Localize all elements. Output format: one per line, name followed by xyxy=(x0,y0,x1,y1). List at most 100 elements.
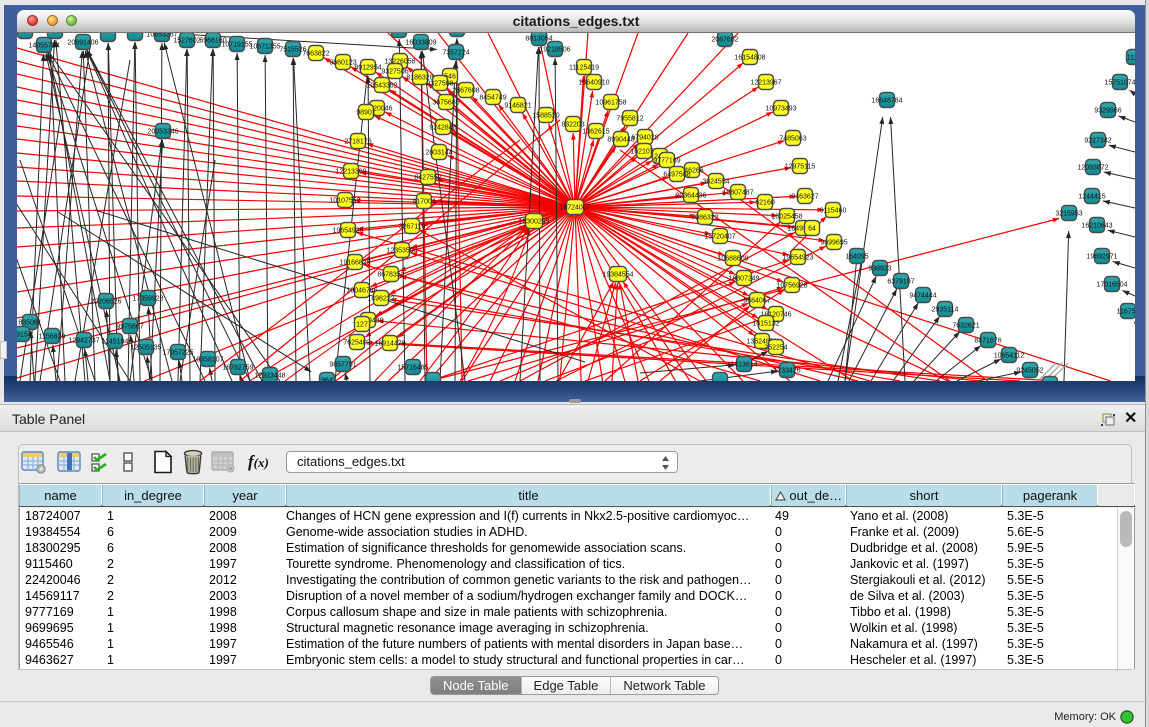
svg-text:3267110: 3267110 xyxy=(399,223,426,230)
svg-text:18807249: 18807249 xyxy=(728,275,759,282)
svg-text:17957225: 17957225 xyxy=(162,349,193,356)
svg-text:16648784: 16648784 xyxy=(871,97,902,104)
svg-text:9227342: 9227342 xyxy=(1084,137,1111,144)
svg-text:3624554: 3624554 xyxy=(702,178,729,185)
svg-text:17359928: 17359928 xyxy=(132,295,163,302)
svg-text:1498222: 1498222 xyxy=(367,295,394,302)
svg-text:9699695: 9699695 xyxy=(820,239,847,246)
svg-text:19654923: 19654923 xyxy=(782,254,813,261)
svg-text:2803144: 2803144 xyxy=(425,149,452,156)
svg-text:1733426: 1733426 xyxy=(773,367,800,374)
svg-text:7986322: 7986322 xyxy=(691,214,718,221)
svg-text:12093872: 12093872 xyxy=(1077,164,1108,171)
svg-text:1362615: 1362615 xyxy=(582,128,609,135)
svg-text:8813054: 8813054 xyxy=(525,35,552,42)
svg-text:252254: 252254 xyxy=(764,344,787,351)
svg-text:127: 127 xyxy=(356,321,368,328)
svg-text:1244415: 1244415 xyxy=(1078,193,1105,200)
svg-text:9777169: 9777169 xyxy=(653,157,680,164)
svg-text:9327508: 9327508 xyxy=(426,80,453,87)
svg-text:9242848: 9242848 xyxy=(429,124,456,131)
svg-text:15720407: 15720407 xyxy=(704,233,735,240)
svg-text:12505135: 12505135 xyxy=(130,344,161,351)
svg-text:12975115: 12975115 xyxy=(785,163,816,170)
svg-text:15751074: 15751074 xyxy=(1104,79,1135,86)
svg-text:10654112: 10654112 xyxy=(994,352,1025,359)
svg-text:1156829: 1156829 xyxy=(39,333,66,340)
svg-text:20053346: 20053346 xyxy=(147,128,178,135)
svg-text:98901: 98901 xyxy=(356,109,376,116)
svg-text:2718176: 2718176 xyxy=(344,138,371,145)
svg-text:10671355: 10671355 xyxy=(249,43,280,50)
svg-text:1112: 1112 xyxy=(1127,54,1135,61)
svg-text:8678352: 8678352 xyxy=(377,271,404,278)
svg-text:6794028: 6794028 xyxy=(631,134,658,141)
svg-text:8660123: 8660123 xyxy=(329,59,356,66)
svg-text:1413614: 1413614 xyxy=(730,361,757,368)
svg-text:10961758: 10961758 xyxy=(595,99,626,106)
svg-text:9327506: 9327506 xyxy=(381,68,408,75)
svg-text:9146821: 9146821 xyxy=(504,102,531,109)
svg-text:16033809: 16033809 xyxy=(405,39,436,46)
svg-text:10719155: 10719155 xyxy=(221,41,252,48)
svg-text:9684067: 9684067 xyxy=(743,297,770,304)
svg-text:12923448: 12923448 xyxy=(254,372,285,379)
svg-text:7357224: 7357224 xyxy=(442,49,469,56)
svg-text:2087682: 2087682 xyxy=(711,36,738,43)
svg-text:2935114: 2935114 xyxy=(932,306,959,313)
svg-text:7955812: 7955812 xyxy=(616,115,643,122)
svg-text:6497568: 6497568 xyxy=(663,171,690,178)
svg-text:9115460: 9115460 xyxy=(820,207,847,214)
svg-text:12213967: 12213967 xyxy=(750,79,781,86)
svg-text:835061: 835061 xyxy=(18,319,41,326)
svg-text:10958107: 10958107 xyxy=(192,356,223,363)
svg-text:20364436: 20364436 xyxy=(675,192,706,199)
svg-text:9329966: 9329966 xyxy=(1094,107,1121,114)
svg-text:8454749: 8454749 xyxy=(479,94,506,101)
svg-text:417004: 417004 xyxy=(412,198,435,205)
svg-text:3675685: 3675685 xyxy=(432,99,459,106)
svg-text:1615132: 1615132 xyxy=(752,320,779,327)
svg-text:3215953: 3215953 xyxy=(1055,210,1082,217)
svg-text:39154: 39154 xyxy=(17,331,32,338)
svg-text:9857791: 9857791 xyxy=(329,361,356,368)
svg-text:116753: 116753 xyxy=(1117,308,1135,315)
svg-text:20206526: 20206526 xyxy=(90,298,121,305)
svg-text:18300295: 18300295 xyxy=(518,218,549,225)
svg-text:6379197: 6379197 xyxy=(887,278,914,285)
svg-text:19384554: 19384554 xyxy=(602,271,633,278)
svg-text:9245052: 9245052 xyxy=(1016,367,1043,374)
svg-text:16782759: 16782759 xyxy=(222,364,253,371)
svg-text:11125419: 11125419 xyxy=(569,64,599,71)
svg-text:10107552: 10107552 xyxy=(329,197,360,204)
svg-text:64: 64 xyxy=(808,225,816,232)
svg-text:7485063: 7485063 xyxy=(779,135,806,142)
svg-text:7663822: 7663822 xyxy=(302,50,329,57)
svg-text:7625402: 7625402 xyxy=(343,339,370,346)
svg-text:8912954: 8912954 xyxy=(354,64,381,71)
svg-text:8427552: 8427552 xyxy=(414,174,441,181)
svg-text:20691406: 20691406 xyxy=(67,39,98,46)
svg-text:10756928: 10756928 xyxy=(776,282,807,289)
svg-text:8471676: 8471676 xyxy=(974,337,1001,344)
svg-text:9975867: 9975867 xyxy=(116,323,143,330)
svg-text:12213369: 12213369 xyxy=(335,168,366,175)
svg-text:18640910: 18640910 xyxy=(578,79,609,86)
svg-text:964: 964 xyxy=(321,377,333,381)
svg-text:16210643: 16210643 xyxy=(1081,222,1112,229)
svg-text:1588520: 1588520 xyxy=(532,112,559,119)
svg-text:12353594: 12353594 xyxy=(386,247,417,254)
svg-text:938923: 938923 xyxy=(868,265,891,272)
svg-text:832203: 832203 xyxy=(561,121,584,128)
svg-text:7632621: 7632621 xyxy=(952,322,979,329)
svg-text:16154808: 16154808 xyxy=(734,54,765,61)
svg-text:19166825: 19166825 xyxy=(339,259,370,266)
svg-text:10807487: 10807487 xyxy=(722,189,753,196)
svg-text:12942737: 12942737 xyxy=(68,337,99,344)
svg-text:10973493: 10973493 xyxy=(765,105,796,112)
svg-text:10688609: 10688609 xyxy=(717,255,748,262)
svg-text:18724007: 18724007 xyxy=(559,204,590,211)
svg-text:19218506: 19218506 xyxy=(539,46,570,53)
svg-text:17016504: 17016504 xyxy=(1096,281,1127,288)
svg-text:1145194: 1145194 xyxy=(102,338,129,345)
